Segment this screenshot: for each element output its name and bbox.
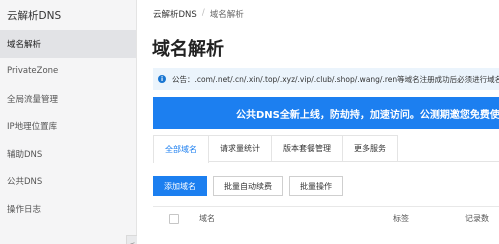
sidebar-collapse-icon[interactable]: < [126,235,137,244]
column-header-records: 记录数 [465,214,489,223]
column-header-tag: 标签 [393,214,409,223]
tab-version-plan[interactable]: 版本套餐管理 [272,135,343,161]
breadcrumb-current: 域名解析 [209,10,244,20]
add-domain-button[interactable]: 添加域名 [153,176,207,196]
tab-all-domains[interactable]: 全部域名 [153,135,209,163]
column-header-domain: 域名 [199,214,215,223]
notice-text: 公告：.com/.net/.cn/.xin/.top/.xyz/.vip/.cl… [172,74,499,84]
promo-banner-text: 公共DNS全新上线，防劫持，加速访问。公测期邀您免费使用 [236,109,499,121]
breadcrumb: 云解析DNS / 域名解析 [153,8,244,20]
batch-auto-renew-button[interactable]: 批量自动续费 [213,176,283,196]
sidebar-item-global-traffic[interactable]: 全局流量管理 [0,85,136,113]
tab-more-services[interactable]: 更多服务 [343,135,398,161]
main-content: 云解析DNS / 域名解析 域名解析 i 公告：.com/.net/.cn/.x… [137,0,499,244]
promo-banner[interactable]: 公共DNS全新上线，防劫持，加速访问。公测期邀您免费使用 [153,97,499,129]
sidebar-brand: 云解析DNS [7,10,62,22]
breadcrumb-separator: / [201,8,205,18]
batch-operation-button[interactable]: 批量操作 [289,176,343,196]
sidebar: 云解析DNS 域名解析 PrivateZone 全局流量管理 IP地理位置库 辅… [0,0,137,244]
page-title: 域名解析 [152,39,224,60]
breadcrumb-root[interactable]: 云解析DNS [153,8,197,20]
sidebar-item-domain-resolution[interactable]: 域名解析 [0,30,136,58]
select-all-checkbox[interactable] [169,213,179,224]
tab-bar: 全部域名 请求量统计 版本套餐管理 更多服务 [153,135,499,163]
sidebar-item-public-dns[interactable]: 公共DNS [0,168,136,196]
table-header: 域名 标签 记录数 [153,206,499,230]
sidebar-item-ip-geo[interactable]: IP地理位置库 [0,113,136,141]
notice-bar: i 公告：.com/.net/.cn/.xin/.top/.xyz/.vip/.… [153,68,499,90]
sidebar-item-privatezone[interactable]: PrivateZone [0,58,136,86]
info-icon: i [158,75,166,83]
tab-request-stats[interactable]: 请求量统计 [209,135,272,161]
action-toolbar: 添加域名 批量自动续费 批量操作 [153,176,343,196]
sidebar-item-operation-log[interactable]: 操作日志 [0,195,136,223]
sidebar-item-secondary-dns[interactable]: 辅助DNS [0,140,136,168]
